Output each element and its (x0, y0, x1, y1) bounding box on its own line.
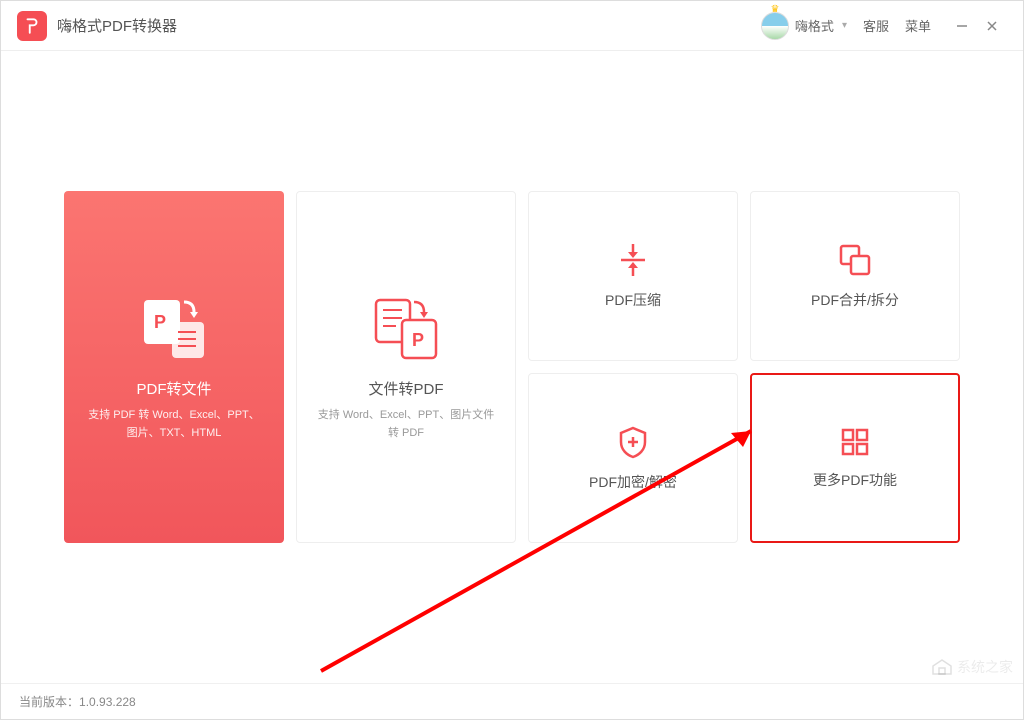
svg-text:P: P (154, 312, 166, 332)
card-pdf-encrypt[interactable]: PDF加密/解密 (528, 373, 738, 543)
nav-menu[interactable]: 菜单 (905, 16, 931, 35)
card-desc: 支持 PDF 转 Word、Excel、PPT、图片、TXT、HTML (64, 407, 284, 442)
app-window: 嗨格式PDF转换器 ♛ 嗨格式 ▾ 客服 菜单 P (0, 0, 1024, 720)
titlebar: 嗨格式PDF转换器 ♛ 嗨格式 ▾ 客服 菜单 (1, 1, 1023, 51)
card-pdf-merge-split[interactable]: PDF合并/拆分 (750, 191, 960, 361)
nav-support[interactable]: 客服 (863, 16, 889, 35)
main-content: P PDF转文件 支持 PDF 转 Word、Excel、PPT、图片、TXT、… (1, 51, 1023, 683)
watermark: 系统之家 (931, 657, 1013, 677)
avatar (761, 12, 789, 40)
pdf-to-file-icon: P (134, 292, 214, 362)
card-title: PDF转文件 (136, 378, 211, 399)
card-title: PDF压缩 (605, 290, 661, 310)
card-file-to-pdf[interactable]: P 文件转PDF 支持 Word、Excel、PPT、图片文件转 PDF (296, 191, 516, 543)
svg-text:P: P (412, 330, 424, 350)
username: 嗨格式 (795, 16, 834, 35)
app-title: 嗨格式PDF转换器 (57, 15, 177, 36)
merge-split-icon (837, 242, 873, 278)
card-title: 更多PDF功能 (813, 470, 897, 490)
minimize-button[interactable] (947, 11, 977, 41)
footer: 当前版本： 1.0.93.228 (1, 683, 1023, 719)
close-button[interactable] (977, 11, 1007, 41)
app-logo-icon (17, 11, 47, 41)
more-grid-icon (839, 426, 871, 458)
card-title: PDF合并/拆分 (811, 290, 899, 310)
crown-icon: ♛ (770, 4, 779, 15)
compress-icon (615, 242, 651, 278)
file-to-pdf-icon: P (366, 292, 446, 362)
user-area[interactable]: ♛ 嗨格式 ▾ (761, 12, 847, 40)
version-label: 当前版本： (19, 693, 79, 710)
card-pdf-compress[interactable]: PDF压缩 (528, 191, 738, 361)
card-pdf-to-file[interactable]: P PDF转文件 支持 PDF 转 Word、Excel、PPT、图片、TXT、… (64, 191, 284, 543)
encrypt-icon (615, 424, 651, 460)
feature-grid: P PDF转文件 支持 PDF 转 Word、Excel、PPT、图片、TXT、… (64, 191, 960, 543)
card-more-pdf[interactable]: 更多PDF功能 (750, 373, 960, 543)
chevron-down-icon: ▾ (842, 20, 847, 31)
version-value: 1.0.93.228 (79, 695, 136, 709)
card-title: 文件转PDF (368, 378, 443, 399)
card-title: PDF加密/解密 (589, 472, 677, 492)
card-desc: 支持 Word、Excel、PPT、图片文件转 PDF (297, 407, 515, 442)
